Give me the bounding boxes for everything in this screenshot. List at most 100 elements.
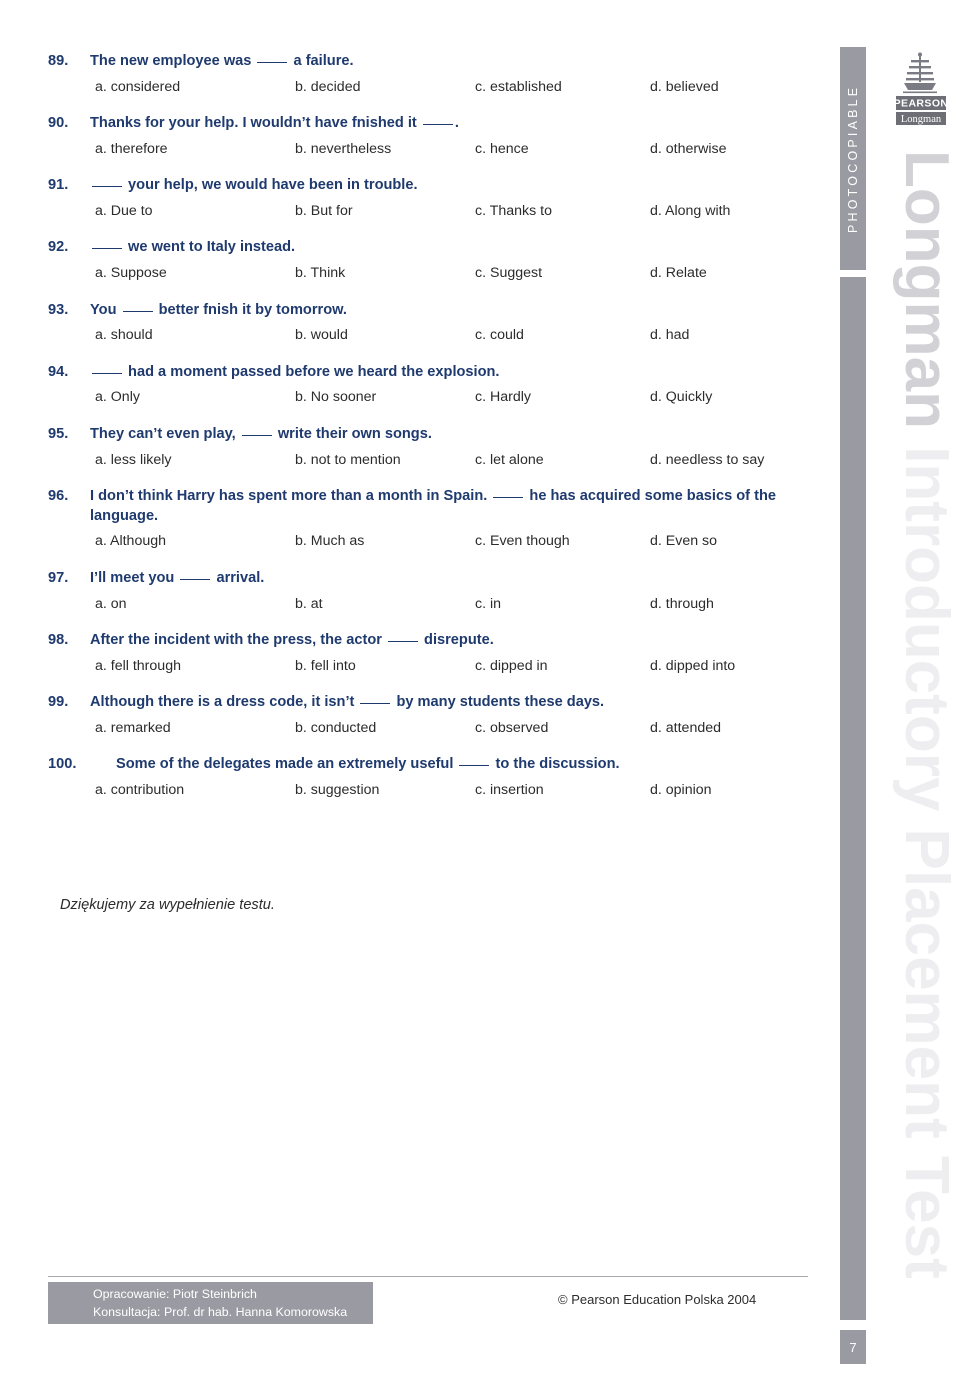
- option-c[interactable]: c. established: [475, 78, 650, 96]
- option-d[interactable]: d. through: [650, 595, 808, 613]
- option-c[interactable]: c. insertion: [475, 781, 650, 799]
- question-stem: 93. You better fnish it by tomorrow.: [48, 301, 808, 321]
- option-row: a. Suppose b. Think c. Suggest d. Relate: [48, 264, 808, 282]
- credits-box: Opracowanie: Piotr Steinbrich Konsultacj…: [48, 1282, 373, 1324]
- photocopiable-bar-lower: [840, 277, 866, 1320]
- option-a[interactable]: a. on: [95, 595, 295, 613]
- option-a[interactable]: a. Only: [95, 388, 295, 406]
- option-d[interactable]: d. dipped into: [650, 657, 808, 675]
- option-b[interactable]: b. conducted: [295, 719, 475, 737]
- option-d[interactable]: d. believed: [650, 78, 808, 96]
- pearson-longman-logo: PEARSON Longman: [894, 52, 948, 125]
- option-d[interactable]: d. Relate: [650, 264, 808, 282]
- answer-blank: [387, 640, 418, 642]
- question-text: After the incident with the press, the a…: [90, 631, 808, 651]
- option-d[interactable]: d. Along with: [650, 202, 808, 220]
- option-b[interactable]: b. suggestion: [295, 781, 475, 799]
- copyright-notice: © Pearson Education Polska 2004: [558, 1292, 757, 1307]
- question-text-after-blank: a failure.: [289, 53, 354, 69]
- credit-author: Opracowanie: Piotr Steinbrich: [93, 1287, 257, 1301]
- option-a[interactable]: a. Due to: [95, 202, 295, 220]
- answer-blank: [459, 765, 490, 767]
- option-b[interactable]: b. fell into: [295, 657, 475, 675]
- option-b[interactable]: b. not to mention: [295, 451, 475, 469]
- question-text: The new employee was a failure.: [90, 52, 808, 72]
- option-b[interactable]: b. Much as: [295, 532, 475, 550]
- option-a[interactable]: a. fell through: [95, 657, 295, 675]
- option-a[interactable]: a. remarked: [95, 719, 295, 737]
- option-row: a. Although b. Much as c. Even though d. Ev…: [48, 532, 808, 550]
- option-b[interactable]: b. Think: [295, 264, 475, 282]
- option-d[interactable]: d. Even so: [650, 532, 808, 550]
- question-text-after-blank: .: [454, 115, 459, 132]
- answer-blank: [92, 248, 122, 250]
- option-a[interactable]: a. considered: [95, 78, 295, 96]
- option-b[interactable]: b. at: [295, 595, 475, 613]
- option-d[interactable]: d. opinion: [650, 781, 808, 799]
- option-b[interactable]: b. decided: [295, 78, 475, 96]
- option-d[interactable]: d. Quickly: [650, 388, 808, 406]
- option-c[interactable]: c. could: [475, 326, 650, 344]
- photocopiable-label: PHOTOCOPIABLE: [846, 84, 860, 233]
- question-text-after-blank: to the discussion.: [491, 756, 620, 773]
- question-text-before-blank: Thanks for your help. I wouldn’t have fn…: [90, 115, 421, 132]
- answer-blank: [92, 372, 122, 374]
- option-c[interactable]: c. Hardly: [475, 388, 650, 406]
- option-row: a. contribution b. suggestion c. insertion…: [48, 781, 808, 799]
- option-row: a. considered b. decided c. established d. …: [48, 78, 808, 96]
- option-a[interactable]: a. Although: [95, 532, 295, 550]
- question-stem: 91. your help, we would have been in tro…: [48, 176, 808, 196]
- question-text-after-blank: had a moment passed before we heard the …: [124, 363, 500, 380]
- answer-blank: [92, 186, 122, 188]
- question-block: 100. Some of the delegates made an extrem…: [48, 755, 808, 799]
- option-c[interactable]: c. hence: [475, 140, 650, 158]
- option-d[interactable]: d. otherwise: [650, 140, 808, 158]
- option-a[interactable]: a. Suppose: [95, 264, 295, 282]
- option-row: a. Only b. No sooner c. Hardly d. Quickly: [48, 388, 808, 406]
- option-b[interactable]: b. No sooner: [295, 388, 475, 406]
- option-c[interactable]: c. observed: [475, 719, 650, 737]
- option-a[interactable]: a. less likely: [95, 451, 295, 469]
- credit-consultant: Konsultacja: Prof. dr hab. Hanna Komorow…: [93, 1304, 348, 1319]
- vertical-watermark: Longman Introductory Placement Test: [875, 150, 955, 1330]
- option-c[interactable]: c. Suggest: [475, 264, 650, 282]
- question-text-before-blank: Some of the delegates made an extremely …: [116, 756, 458, 773]
- option-row: a. Due to b. But for c. Thanks to d. Along …: [48, 202, 808, 220]
- question-text-after-blank: we went to Italy instead.: [124, 239, 296, 256]
- option-c[interactable]: c. Even though: [475, 532, 650, 550]
- option-c[interactable]: c. Thanks to: [475, 202, 650, 220]
- question-text-before-blank: Although there is a dress code, it isn’t: [90, 694, 359, 711]
- question-block: 92. we went to Italy instead. a. Suppose b…: [48, 238, 808, 282]
- question-number: 98.: [48, 631, 69, 648]
- option-row: a. therefore b. nevertheless c. hence d. ot…: [48, 140, 808, 158]
- answer-blank: [422, 124, 453, 126]
- question-stem: 95. They can’t even play, write their own…: [48, 425, 808, 445]
- option-c[interactable]: c. in: [475, 595, 650, 613]
- option-d[interactable]: d. had: [650, 326, 808, 344]
- option-c[interactable]: c. dipped in: [475, 657, 650, 675]
- watermark-brand: Longman: [892, 150, 955, 429]
- option-c[interactable]: c. let alone: [475, 451, 650, 469]
- question-text: had a moment passed before we heard the …: [90, 363, 808, 383]
- option-b[interactable]: b. But for: [295, 202, 475, 220]
- svg-text:PEARSON: PEARSON: [894, 98, 948, 110]
- option-d[interactable]: d. attended: [650, 719, 808, 737]
- question-stem: 97. I’ll meet you arrival.: [48, 569, 808, 589]
- question-text-after-blank: disrepute.: [419, 631, 494, 648]
- question-stem: 94. had a moment passed before we heard …: [48, 363, 808, 383]
- question-number: 90.: [48, 115, 69, 132]
- question-text: Although there is a dress code, it isn’t…: [90, 693, 808, 713]
- option-a[interactable]: a. therefore: [95, 140, 295, 158]
- option-a[interactable]: a. should: [95, 326, 295, 344]
- option-b[interactable]: b. nevertheless: [295, 140, 475, 158]
- answer-blank: [493, 496, 524, 498]
- option-b[interactable]: b. would: [295, 326, 475, 344]
- option-a[interactable]: a. contribution: [95, 781, 295, 799]
- question-text-after-blank: arrival.: [212, 569, 265, 586]
- question-block: 91. your help, we would have been in tro…: [48, 176, 808, 220]
- question-stem: 96. I don’t think Harry has spent more th…: [48, 487, 808, 526]
- footer-divider: [48, 1276, 808, 1277]
- question-stem: 89. The new employee was a failure.: [48, 52, 808, 72]
- option-row: a. fell through b. fell into c. dipped in d…: [48, 657, 808, 675]
- option-d[interactable]: d. needless to say: [650, 451, 808, 469]
